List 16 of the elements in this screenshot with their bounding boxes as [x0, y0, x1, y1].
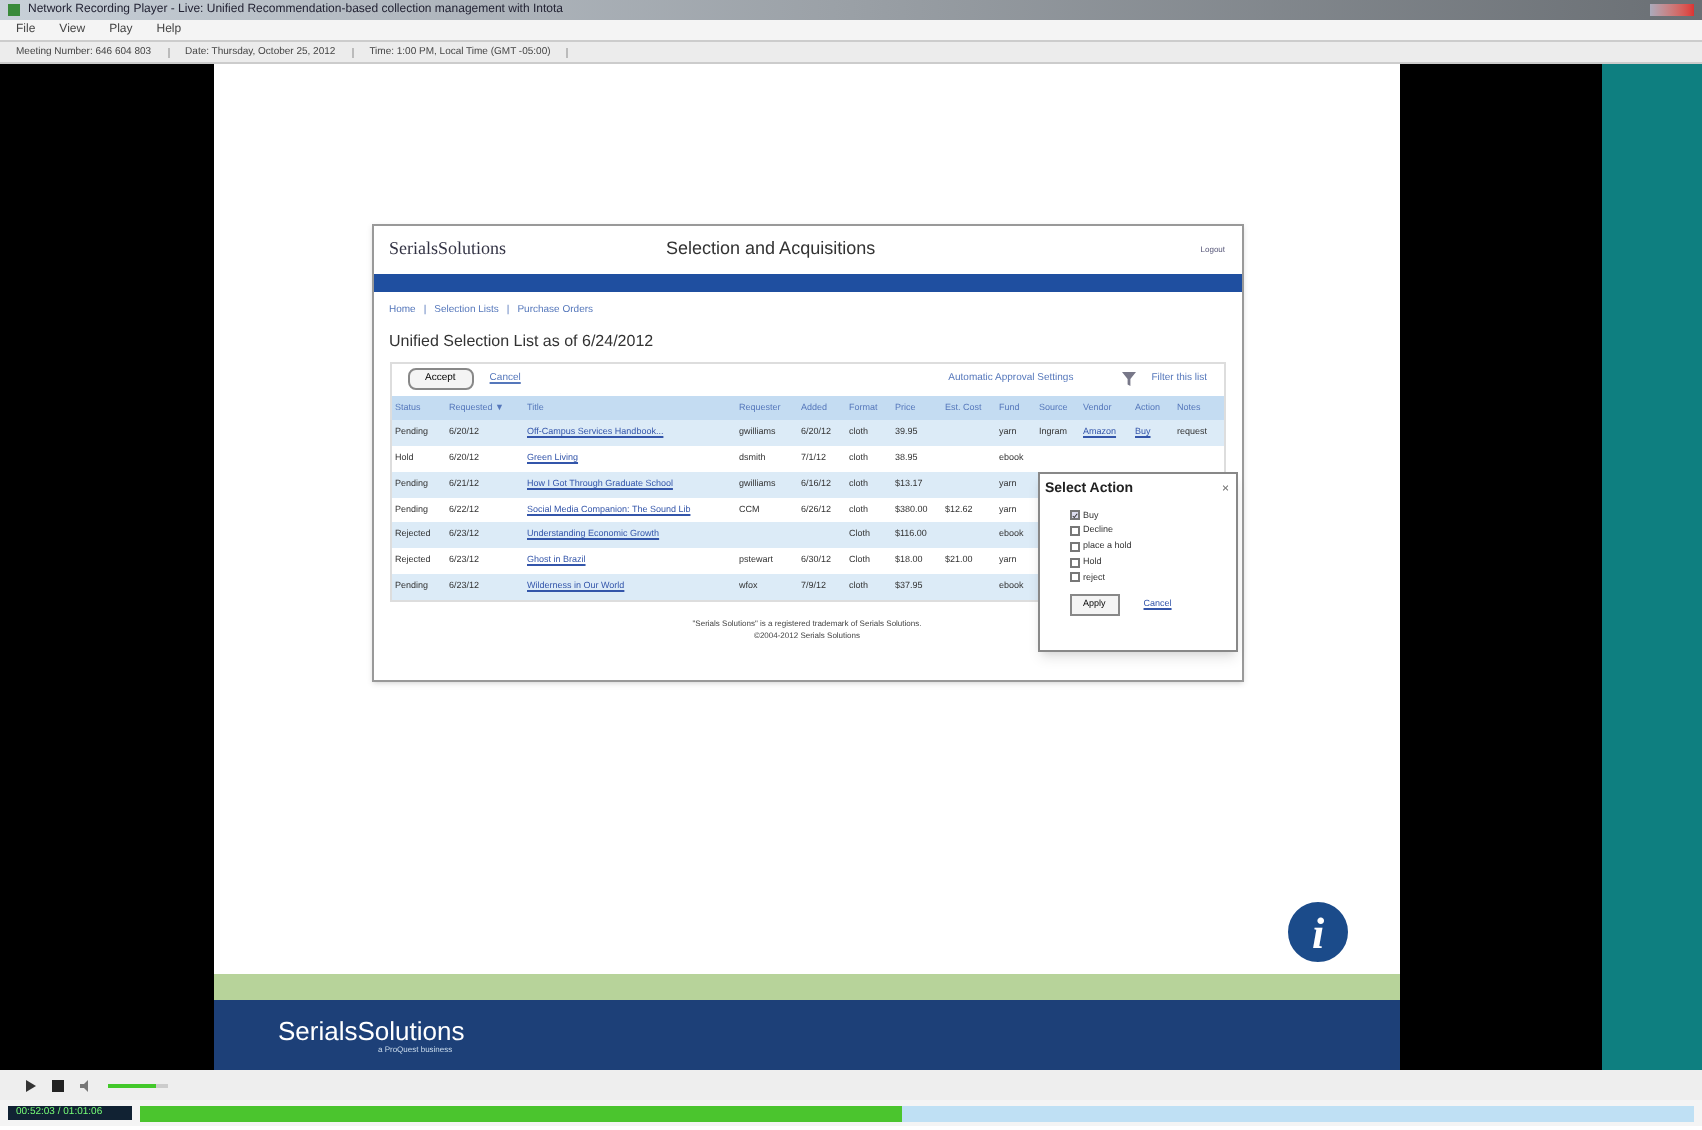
progress-track[interactable] — [140, 1105, 1694, 1121]
checkbox[interactable] — [1069, 510, 1079, 521]
checkbox[interactable] — [1069, 526, 1079, 537]
checkbox[interactable] — [1069, 541, 1079, 552]
checkbox[interactable] — [1069, 557, 1079, 568]
app-icon — [8, 4, 20, 16]
logo: SerialsSolutions — [389, 236, 507, 263]
footer-logo: SerialsSolutions — [278, 1017, 467, 1043]
filter-icon[interactable] — [1121, 372, 1136, 386]
speaker-icon[interactable] — [80, 1079, 92, 1091]
page-title: Selection and Acquisitions — [666, 236, 876, 263]
play-icon[interactable] — [24, 1079, 36, 1091]
list-heading: Unified Selection List as of 6/24/2012 — [387, 329, 656, 353]
info-badge: i — [1284, 898, 1352, 966]
checkbox[interactable] — [1069, 572, 1079, 583]
stop-icon[interactable] — [52, 1079, 64, 1091]
